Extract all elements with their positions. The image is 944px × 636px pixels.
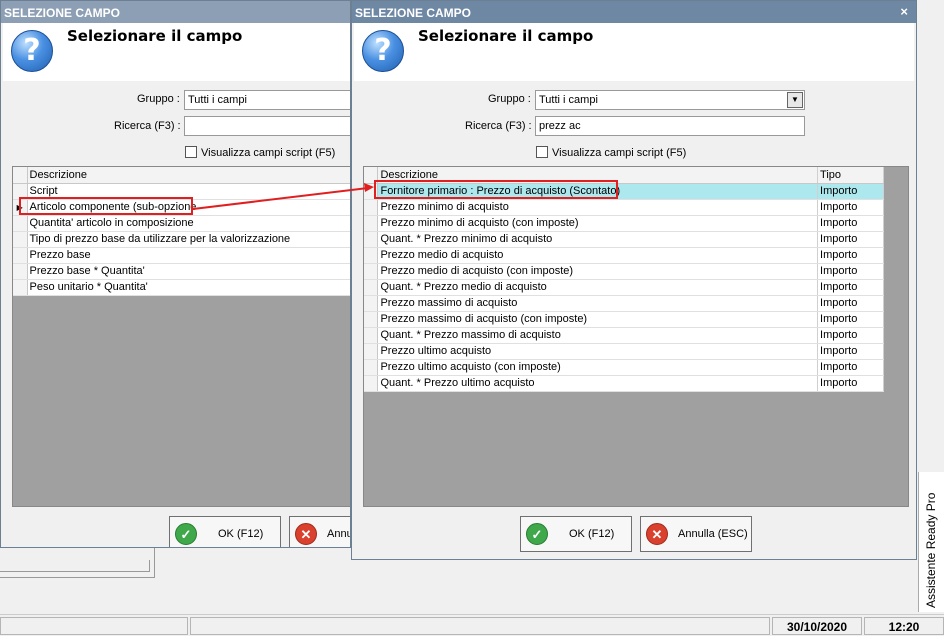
status-cell (0, 617, 188, 635)
assistant-side-tab[interactable]: Assistente Ready Pro (918, 472, 944, 612)
annotation-arrow (192, 183, 374, 210)
status-date: 30/10/2020 (772, 617, 862, 635)
arrow-head (364, 183, 374, 192)
arrow-line (192, 187, 369, 210)
assistant-side-label: Assistente Ready Pro (924, 492, 938, 608)
status-cell (190, 617, 770, 635)
status-time: 12:20 (864, 617, 944, 635)
status-bar: 30/10/2020 12:20 (0, 614, 944, 636)
